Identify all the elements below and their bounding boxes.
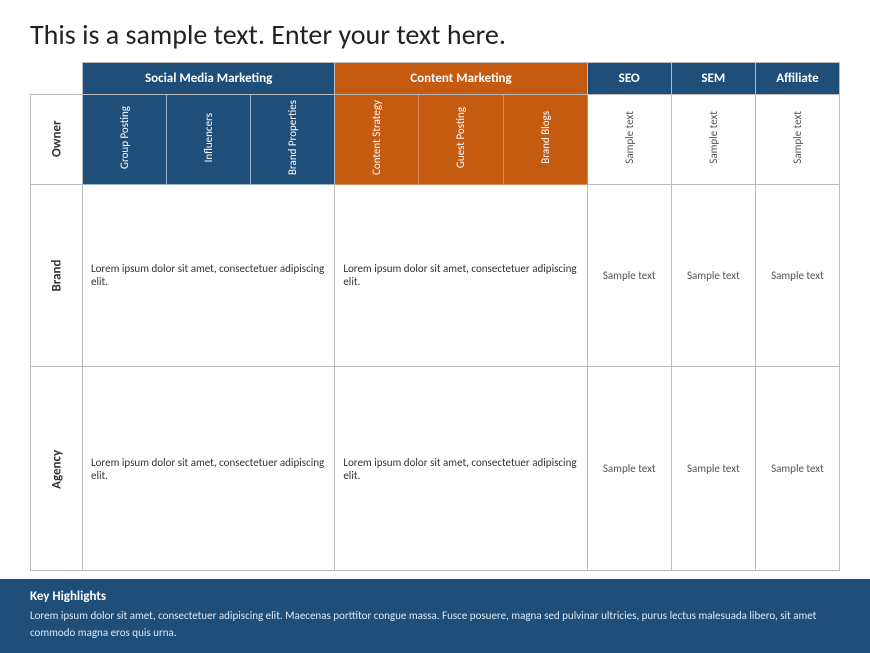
header-content-marketing: Content Marketing bbox=[335, 62, 587, 94]
agency-content-marketing-cell: Lorem ipsum dolor sit amet, consectetuer… bbox=[335, 367, 587, 571]
header-affiliate: Affiliate bbox=[755, 62, 839, 94]
brand-label: Brand bbox=[31, 184, 83, 367]
key-highlights-title: Key Highlights bbox=[30, 589, 840, 604]
header-row-2-owner: Owner Group Posting Influencers Brand Pr… bbox=[31, 94, 840, 184]
brand-label-text: Brand bbox=[49, 259, 64, 291]
subcol-group-posting: Group Posting bbox=[83, 94, 167, 184]
brand-row: Brand Lorem ipsum dolor sit amet, consec… bbox=[31, 184, 840, 367]
agency-label: Agency bbox=[31, 367, 83, 571]
agency-label-text: Agency bbox=[49, 449, 64, 488]
brand-social-media-cell: Lorem ipsum dolor sit amet, consectetuer… bbox=[83, 184, 335, 367]
title-area: This is a sample text. Enter your text h… bbox=[0, 0, 870, 62]
agency-social-media-cell: Lorem ipsum dolor sit amet, consectetuer… bbox=[83, 367, 335, 571]
brand-sem-cell: Sample text bbox=[671, 184, 755, 367]
page-wrapper: This is a sample text. Enter your text h… bbox=[0, 0, 870, 653]
brand-content-marketing-cell: Lorem ipsum dolor sit amet, consectetuer… bbox=[335, 184, 587, 367]
agency-seo-cell: Sample text bbox=[587, 367, 671, 571]
subcol-brand-blogs: Brand Blogs bbox=[503, 94, 587, 184]
owner-affiliate-cell: Sample text bbox=[755, 94, 839, 184]
key-highlights-text: Lorem ipsum dolor sit amet, consectetuer… bbox=[30, 608, 840, 641]
agency-affiliate-cell: Sample text bbox=[755, 367, 839, 571]
main-table: Social Media Marketing Content Marketing… bbox=[30, 62, 840, 571]
agency-sem-cell: Sample text bbox=[671, 367, 755, 571]
subcol-brand-properties: Brand Properties bbox=[251, 94, 335, 184]
owner-label-text: Owner bbox=[49, 121, 64, 158]
header-row-1: Social Media Marketing Content Marketing… bbox=[31, 62, 840, 94]
corner-cell bbox=[31, 62, 83, 94]
brand-affiliate-cell: Sample text bbox=[755, 184, 839, 367]
subcol-content-strategy: Content Strategy bbox=[335, 94, 419, 184]
header-sem: SEM bbox=[671, 62, 755, 94]
owner-sem-cell: Sample text bbox=[671, 94, 755, 184]
header-social-media: Social Media Marketing bbox=[83, 62, 335, 94]
brand-seo-cell: Sample text bbox=[587, 184, 671, 367]
owner-label: Owner bbox=[31, 94, 83, 184]
page-title: This is a sample text. Enter your text h… bbox=[30, 18, 840, 52]
key-highlights-bar: Key Highlights Lorem ipsum dolor sit ame… bbox=[0, 579, 870, 653]
owner-seo-cell: Sample text bbox=[587, 94, 671, 184]
subcol-influencers: Influencers bbox=[167, 94, 251, 184]
header-seo: SEO bbox=[587, 62, 671, 94]
subcol-guest-posting: Guest Posting bbox=[419, 94, 503, 184]
agency-row: Agency Lorem ipsum dolor sit amet, conse… bbox=[31, 367, 840, 571]
table-area: Social Media Marketing Content Marketing… bbox=[0, 62, 870, 579]
